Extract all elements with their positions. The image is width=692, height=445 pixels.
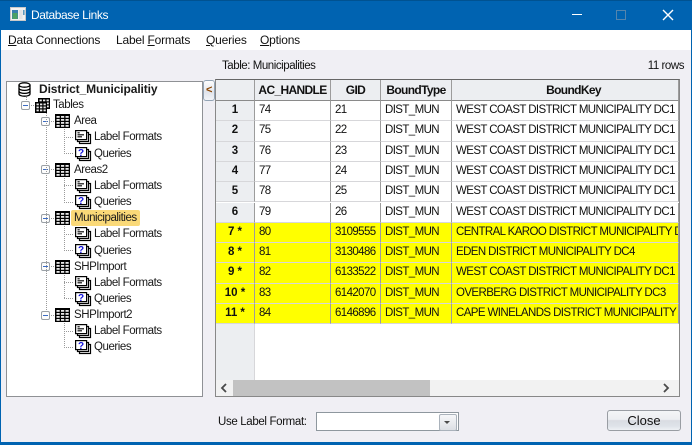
svg-text:?: ? [78,293,84,304]
svg-text:?: ? [78,341,84,352]
svg-text:?: ? [78,148,84,159]
svg-text:?: ? [78,245,84,256]
svg-text:?: ? [78,196,84,207]
